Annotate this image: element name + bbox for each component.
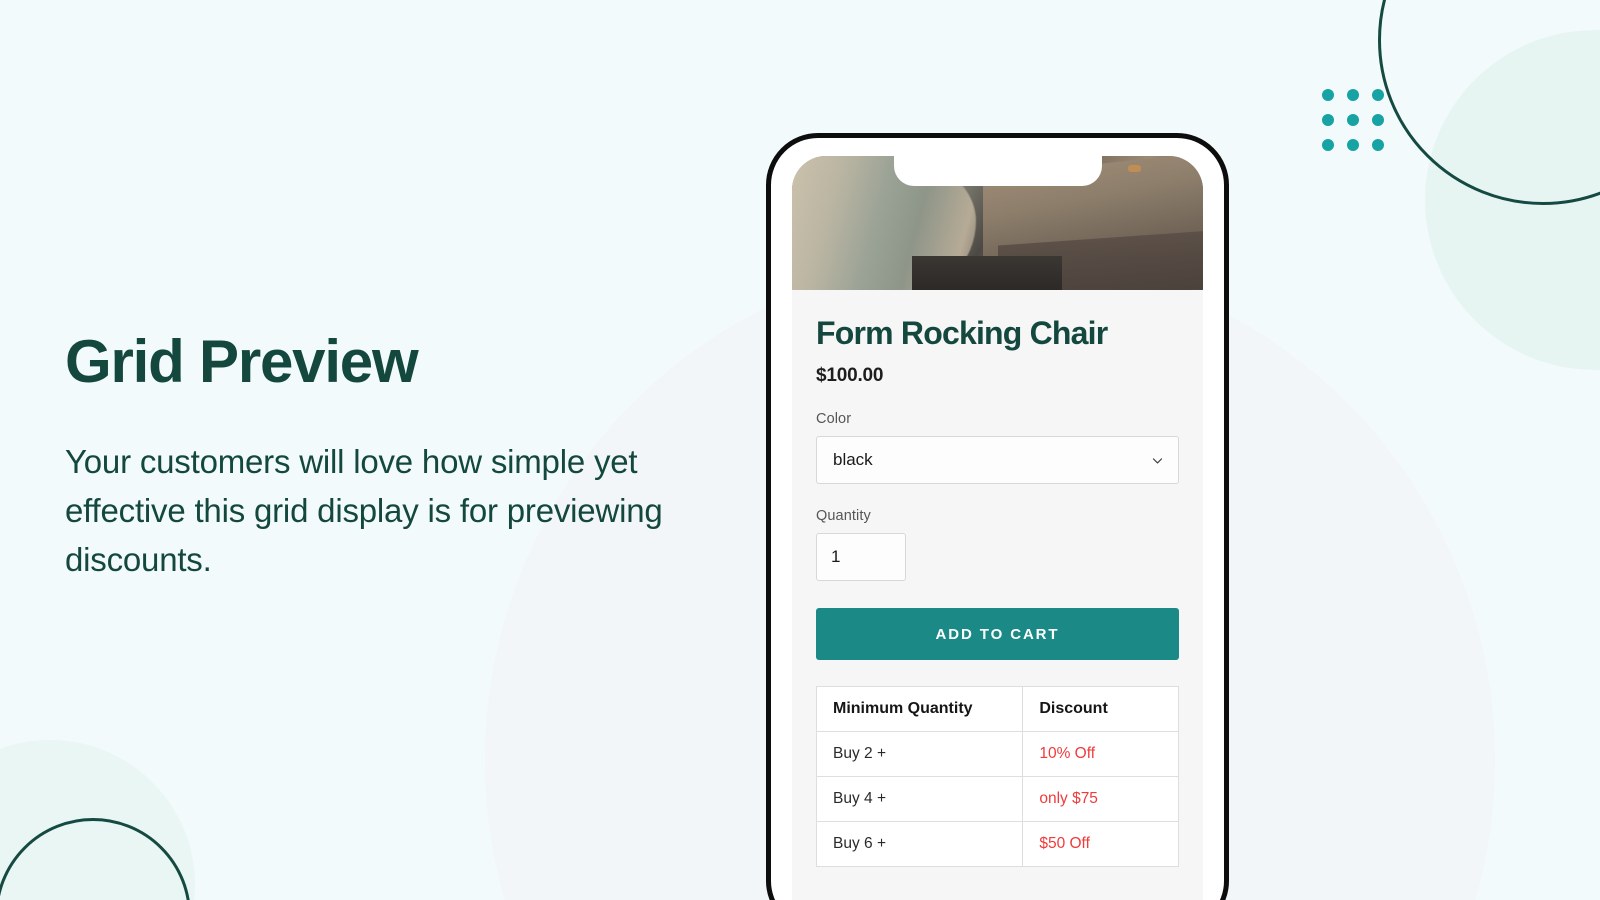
dot xyxy=(1347,139,1359,151)
phone-mockup: Form Rocking Chair $100.00 Color black Q… xyxy=(766,133,1229,900)
cell-minimum-quantity: Buy 2 + xyxy=(815,731,1024,778)
phone-screen: Form Rocking Chair $100.00 Color black Q… xyxy=(792,156,1203,900)
table-row: Buy 6 + $50 Off xyxy=(815,821,1179,868)
promo-body-text: Your customers will love how simple yet … xyxy=(65,443,663,578)
mint-circle-top-right xyxy=(1425,30,1600,370)
cell-minimum-quantity: Buy 6 + xyxy=(815,821,1024,868)
cell-discount: 10% Off xyxy=(1022,731,1179,778)
cell-minimum-quantity: Buy 4 + xyxy=(815,776,1024,823)
dot xyxy=(1322,139,1334,151)
discount-table: Minimum Quantity Discount Buy 2 + 10% Of… xyxy=(815,686,1179,868)
product-image xyxy=(792,156,1203,290)
dot xyxy=(1322,114,1334,126)
chevron-down-icon xyxy=(1151,454,1164,467)
dot xyxy=(1372,114,1384,126)
table-header-row: Minimum Quantity Discount xyxy=(815,686,1179,733)
color-label: Color xyxy=(816,411,852,428)
dot xyxy=(1372,139,1384,151)
mint-circle-bottom-left xyxy=(0,740,195,900)
promo-copy: Grid Preview Your customers will love ho… xyxy=(65,330,745,584)
product-price: $100.00 xyxy=(816,365,884,387)
product-title: Form Rocking Chair xyxy=(816,315,1108,351)
cell-discount: $50 Off xyxy=(1022,821,1179,868)
product-image-floor xyxy=(912,256,1062,290)
product-image-handle xyxy=(1128,165,1141,172)
dot xyxy=(1372,89,1384,101)
table-row: Buy 2 + 10% Off xyxy=(815,731,1179,778)
page-title: Grid Preview xyxy=(65,328,419,395)
color-select-value: black xyxy=(833,450,873,470)
quantity-label: Quantity xyxy=(816,508,871,525)
add-to-cart-button[interactable]: ADD TO CART xyxy=(816,608,1179,661)
dot xyxy=(1347,89,1359,101)
dot-grid-icon xyxy=(1322,89,1384,151)
quantity-value: 1 xyxy=(831,547,841,567)
column-header-discount: Discount xyxy=(1022,686,1179,733)
color-select[interactable]: black xyxy=(816,436,1179,485)
dot xyxy=(1347,114,1359,126)
cell-discount: only $75 xyxy=(1022,776,1179,823)
outline-ring-bottom-left xyxy=(0,818,191,900)
outline-ring-top-right xyxy=(1378,0,1600,205)
quantity-input[interactable]: 1 xyxy=(816,533,906,582)
product-details: Form Rocking Chair $100.00 Color black Q… xyxy=(792,290,1203,868)
table-row: Buy 4 + only $75 xyxy=(815,776,1179,823)
dot xyxy=(1322,89,1334,101)
phone-notch xyxy=(893,156,1102,186)
column-header-minimum-quantity: Minimum Quantity xyxy=(815,686,1024,733)
